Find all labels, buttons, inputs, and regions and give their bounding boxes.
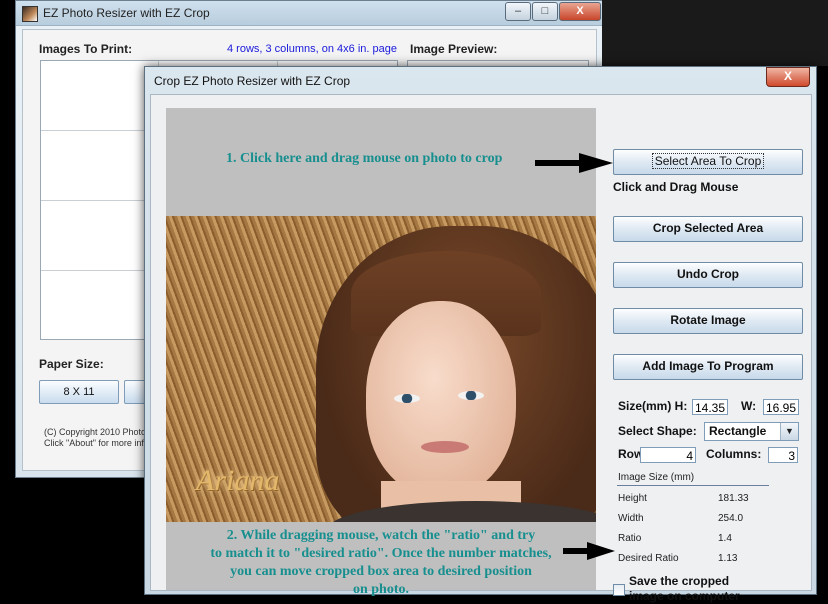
stat-value: 1.4 bbox=[718, 533, 732, 544]
main-close-button[interactable]: X bbox=[559, 2, 601, 21]
crop-window-client: 1. Click here and drag mouse on photo to… bbox=[150, 94, 812, 603]
stat-label: Height bbox=[618, 493, 647, 504]
save-cropped-label-line-1: Save the cropped bbox=[629, 574, 730, 588]
size-label: Size(mm) H: bbox=[618, 399, 688, 413]
save-cropped-label: Save the cropped image on computer bbox=[629, 574, 740, 604]
images-to-print-label: Images To Print: bbox=[39, 42, 133, 56]
instruction-bottom: 2. While dragging mouse, watch the "rati… bbox=[166, 527, 596, 599]
crop-window-title: Crop EZ Photo Resizer with EZ Crop bbox=[154, 74, 351, 88]
app-icon bbox=[22, 6, 38, 22]
rotate-image-button[interactable]: Rotate Image bbox=[613, 308, 803, 334]
save-cropped-label-line-2: image on computer bbox=[629, 589, 740, 603]
image-preview-label: Image Preview: bbox=[410, 42, 498, 56]
layout-note: 4 rows, 3 columns, on 4x6 in. page bbox=[227, 43, 397, 55]
columns-field[interactable]: 3 bbox=[768, 447, 798, 463]
main-window-titlebar[interactable]: EZ Photo Resizer with EZ Crop – □ X bbox=[16, 1, 603, 26]
image-size-header: Image Size (mm) bbox=[618, 472, 695, 483]
instruction-bottom-line-3: you can move cropped box area to desired… bbox=[230, 564, 532, 579]
instruction-top: 1. Click here and drag mouse on photo to… bbox=[226, 151, 503, 166]
arrow-right-icon bbox=[535, 153, 613, 173]
crop-window-titlebar[interactable]: Crop EZ Photo Resizer with EZ Crop X bbox=[145, 67, 816, 94]
rows-field[interactable]: 4 bbox=[640, 447, 696, 463]
width-label: W: bbox=[741, 399, 757, 413]
stat-label: Width bbox=[618, 513, 644, 524]
select-area-button-label: Select Area To Crop bbox=[651, 153, 765, 169]
desktop-background bbox=[602, 0, 828, 66]
undo-crop-button[interactable]: Undo Crop bbox=[613, 262, 803, 288]
crop-selected-button[interactable]: Crop Selected Area bbox=[613, 216, 803, 242]
main-window-title: EZ Photo Resizer with EZ Crop bbox=[43, 6, 210, 20]
copyright-line-1: (C) Copyright 2010 Photo bbox=[44, 427, 147, 437]
save-cropped-checkbox[interactable] bbox=[613, 584, 625, 596]
stat-value: 181.33 bbox=[718, 493, 749, 504]
instruction-bottom-line-2: to match it to "desired ratio". Once the… bbox=[210, 546, 552, 561]
copyright-text: (C) Copyright 2010 Photo Click "About" f… bbox=[44, 427, 149, 449]
instruction-bottom-line-1: 2. While dragging mouse, watch the "rati… bbox=[226, 528, 536, 543]
columns-label: Columns: bbox=[706, 447, 762, 461]
image-size-divider bbox=[617, 485, 769, 486]
copyright-line-2: Click "About" for more info bbox=[44, 438, 149, 448]
status-text: Click and Drag Mouse bbox=[613, 180, 739, 194]
chevron-down-icon[interactable]: ▼ bbox=[780, 423, 798, 440]
add-image-button[interactable]: Add Image To Program bbox=[613, 354, 803, 380]
shape-select[interactable]: Rectangle ▼ bbox=[704, 422, 799, 441]
width-field[interactable]: 16.95 bbox=[763, 399, 799, 415]
select-area-button[interactable]: Select Area To Crop bbox=[613, 149, 803, 175]
shape-label: Select Shape: bbox=[618, 424, 697, 438]
stat-value: 254.0 bbox=[718, 513, 744, 524]
crop-window: Crop EZ Photo Resizer with EZ Crop X 1. … bbox=[144, 66, 817, 603]
paper-8x11-button[interactable]: 8 X 11 bbox=[39, 380, 119, 404]
maximize-button[interactable]: □ bbox=[532, 2, 558, 21]
paper-size-label: Paper Size: bbox=[39, 357, 104, 371]
instruction-bottom-line-4: on photo. bbox=[352, 582, 410, 597]
arrow-right-icon bbox=[563, 542, 615, 560]
minimize-button[interactable]: – bbox=[505, 2, 531, 21]
shape-select-value: Rectangle bbox=[709, 424, 767, 438]
photo-canvas[interactable]: Ariana bbox=[166, 216, 596, 522]
stat-value: 1.13 bbox=[718, 553, 738, 564]
height-field[interactable]: 14.35 bbox=[692, 399, 728, 415]
stat-label: Desired Ratio bbox=[618, 553, 679, 564]
stat-label: Ratio bbox=[618, 533, 642, 544]
crop-close-button[interactable]: X bbox=[766, 67, 810, 87]
photo-signature: Ariana bbox=[196, 464, 280, 497]
